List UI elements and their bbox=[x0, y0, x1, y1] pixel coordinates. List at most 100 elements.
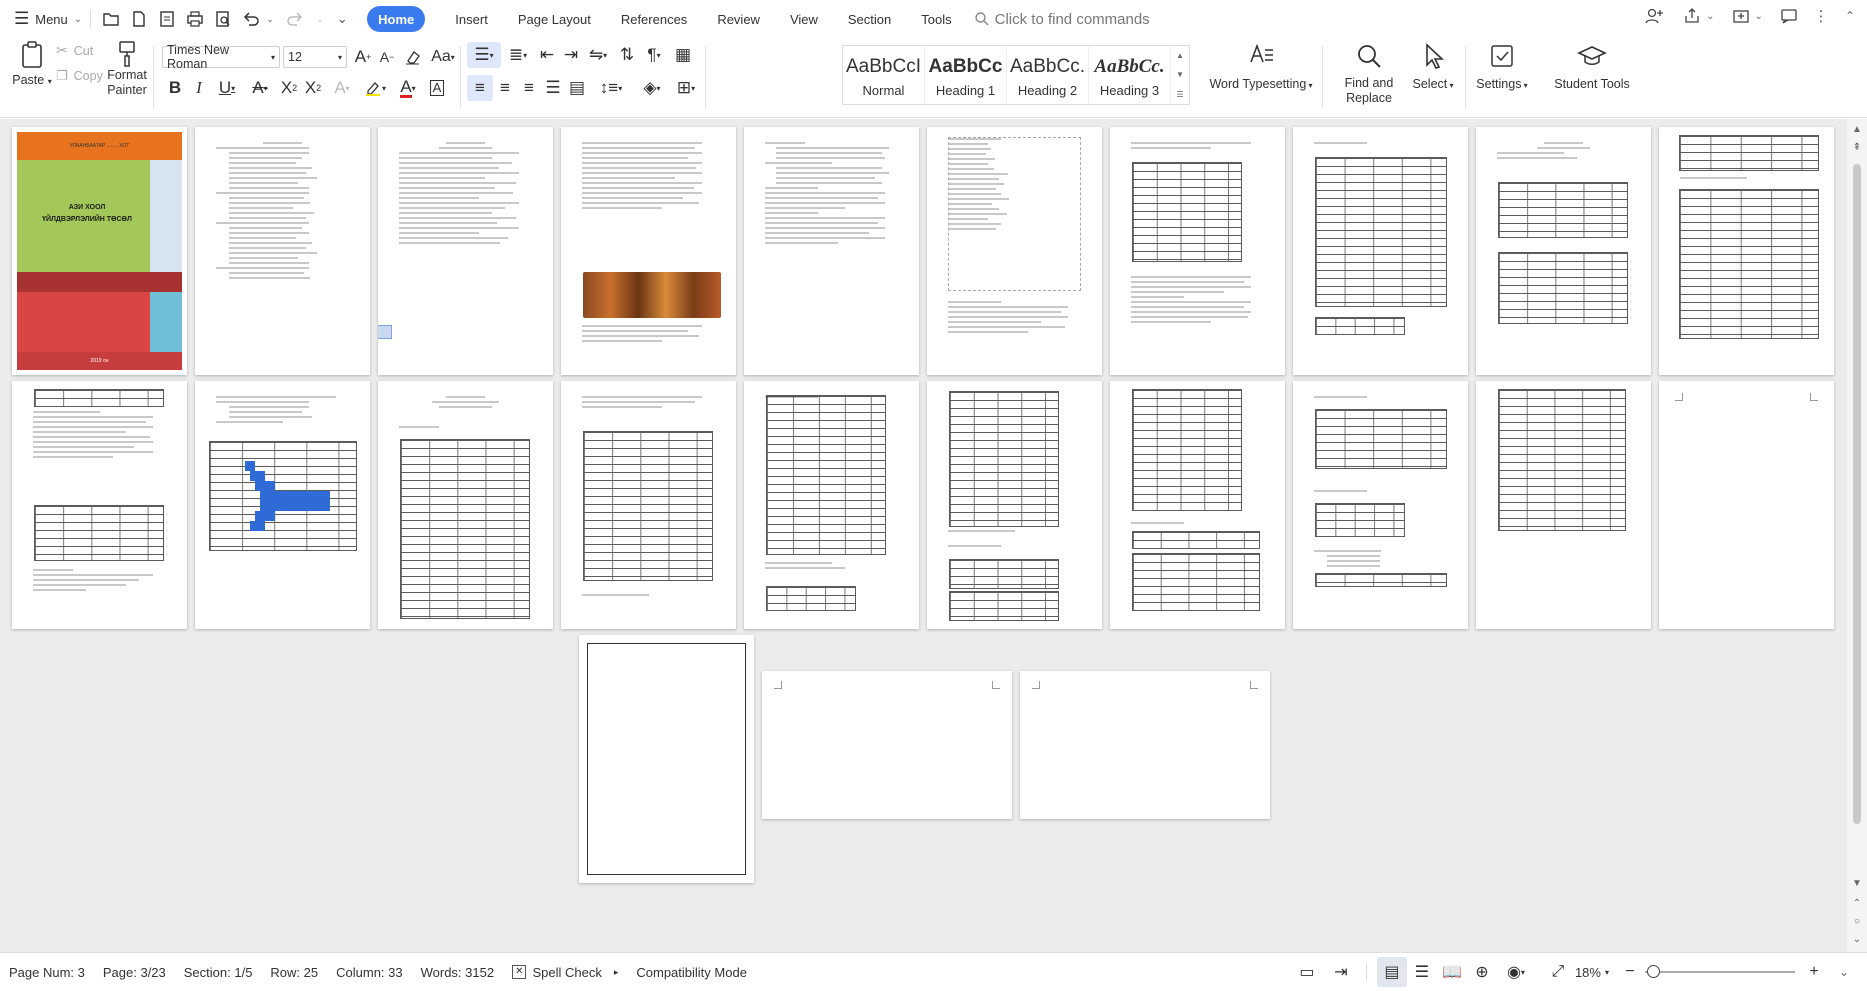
increase-indent-icon[interactable]: ⇥ bbox=[558, 42, 584, 68]
select-browse-object-icon[interactable]: ○ bbox=[1850, 915, 1864, 929]
justify-icon[interactable]: ☰ bbox=[540, 75, 566, 101]
page-view-icon[interactable]: ▤ bbox=[1376, 957, 1407, 987]
tab-tools[interactable]: Tools bbox=[909, 6, 963, 32]
more-options-icon[interactable]: ⋮ bbox=[1809, 4, 1833, 28]
export-pdf-icon[interactable] bbox=[155, 7, 179, 31]
zoom-out-icon[interactable]: − bbox=[1615, 957, 1645, 987]
style-normal[interactable]: AaBbCcI Normal bbox=[843, 46, 925, 104]
select-button[interactable]: Select ▾ bbox=[1408, 42, 1458, 93]
statusbar-more-icon[interactable]: ⌄ bbox=[1829, 957, 1859, 987]
zoom-in-icon[interactable]: + bbox=[1799, 957, 1829, 987]
strikethrough-icon[interactable]: A ▾ bbox=[244, 75, 276, 101]
style-heading-3[interactable]: AaBbCc. Heading 3 bbox=[1089, 46, 1171, 104]
sort-icon[interactable]: ⇅ bbox=[614, 42, 640, 68]
page-2-contents[interactable] bbox=[195, 127, 370, 375]
grow-font-icon[interactable]: A + bbox=[350, 44, 376, 70]
tab-review[interactable]: Review bbox=[705, 6, 772, 32]
format-painter-button[interactable]: Format Painter bbox=[106, 40, 148, 98]
command-search[interactable]: Click to find commands bbox=[974, 11, 1150, 28]
settings-button[interactable]: Settings ▾ bbox=[1472, 42, 1532, 93]
show-marks-icon[interactable]: ¶ ▾ bbox=[638, 42, 670, 68]
eye-protection-icon[interactable]: ◉ ▾ bbox=[1497, 957, 1535, 987]
new-file-icon[interactable] bbox=[99, 7, 123, 31]
find-replace-button[interactable]: Find and Replace bbox=[1334, 42, 1404, 106]
tab-view[interactable]: View bbox=[778, 6, 830, 32]
export-dropdown-icon[interactable]: ⌄ bbox=[1755, 11, 1763, 22]
undo-dropdown-icon[interactable]: ⌄ bbox=[263, 4, 277, 34]
tab-page-layout[interactable]: Page Layout bbox=[506, 6, 603, 32]
shrink-font-icon[interactable]: A − bbox=[374, 44, 400, 70]
document-map-icon[interactable]: ▭ bbox=[1292, 957, 1322, 987]
scrollbar-thumb[interactable] bbox=[1853, 164, 1861, 824]
scroll-up-icon[interactable]: ▲ bbox=[1850, 123, 1864, 137]
bullets-icon[interactable]: ☰ ▾ bbox=[467, 42, 501, 68]
page-1-cover[interactable]: УЛААНБААТАР ........ ХОТ 2019 он АЗИ ХОО… bbox=[12, 127, 187, 375]
redo-icon[interactable] bbox=[283, 7, 307, 31]
superscript-icon[interactable]: X2 bbox=[276, 75, 302, 101]
tab-section[interactable]: Section bbox=[836, 6, 903, 32]
page-21[interactable] bbox=[579, 635, 754, 883]
shading-icon[interactable]: ◈ ▾ bbox=[636, 75, 668, 101]
page-9[interactable] bbox=[1476, 127, 1651, 375]
share-icon[interactable] bbox=[1680, 4, 1704, 28]
page-8[interactable] bbox=[1293, 127, 1468, 375]
tab-references[interactable]: References bbox=[609, 6, 699, 32]
tab-home[interactable]: Home bbox=[367, 6, 426, 32]
prev-object-icon[interactable]: ⌃ bbox=[1850, 897, 1864, 911]
student-tools-button[interactable]: Student Tools bbox=[1548, 42, 1636, 92]
redo-dropdown-icon[interactable]: ⌄ bbox=[313, 4, 327, 34]
customize-toolbar-icon[interactable]: ⌄ bbox=[331, 4, 353, 34]
clear-formatting-icon[interactable] bbox=[400, 44, 426, 70]
character-border-icon[interactable]: A bbox=[424, 75, 450, 101]
outline-view-icon[interactable]: ☰ bbox=[1407, 957, 1437, 987]
web-layout-icon[interactable]: ⊕ bbox=[1467, 957, 1497, 987]
page-15[interactable] bbox=[744, 381, 919, 629]
page-18[interactable] bbox=[1293, 381, 1468, 629]
page-13[interactable] bbox=[378, 381, 553, 629]
section-status[interactable]: Section: 1/5 bbox=[175, 965, 262, 980]
numbering-icon[interactable]: ≣ ▾ bbox=[502, 42, 534, 68]
previous-page-icon[interactable]: ⇞ bbox=[1850, 141, 1864, 155]
paste-button[interactable]: Paste ▾ bbox=[10, 40, 54, 89]
page-num-status[interactable]: Page Num: 3 bbox=[0, 965, 94, 980]
styles-scroll[interactable]: ▲ ▼ ☰ bbox=[1171, 46, 1189, 104]
protect-document-icon[interactable]: ⇥ bbox=[1326, 957, 1356, 987]
font-size-select[interactable]: 12 ▾ bbox=[283, 46, 347, 68]
page-19[interactable] bbox=[1476, 381, 1651, 629]
bold-icon[interactable]: B bbox=[162, 75, 188, 101]
highlight-icon[interactable]: ▾ bbox=[358, 75, 392, 101]
align-left-icon[interactable]: ≡ bbox=[467, 75, 493, 101]
vertical-scrollbar[interactable]: ▲ ⇞ ▼ ⌃ ○ ⌄ bbox=[1847, 119, 1867, 952]
page-6[interactable] bbox=[927, 127, 1102, 375]
page-17[interactable] bbox=[1110, 381, 1285, 629]
word-count-status[interactable]: Words: 3152 bbox=[412, 965, 503, 980]
change-case-icon[interactable]: Aa ▾ bbox=[426, 44, 460, 70]
zoom-slider-thumb[interactable] bbox=[1647, 965, 1660, 978]
share-dropdown-icon[interactable]: ⌄ bbox=[1706, 11, 1714, 22]
zoom-slider[interactable] bbox=[1645, 964, 1795, 980]
page-10[interactable] bbox=[1659, 127, 1834, 375]
word-typesetting-button[interactable]: Word Typesetting ▾ bbox=[1206, 42, 1316, 93]
row-status[interactable]: Row: 25 bbox=[261, 965, 327, 980]
borders-icon[interactable]: ⊞ ▾ bbox=[670, 75, 702, 101]
reading-view-icon[interactable]: 📖 bbox=[1437, 957, 1467, 987]
font-name-select[interactable]: Times New Roman ▾ bbox=[162, 43, 280, 71]
font-color-icon[interactable]: A ▾ bbox=[392, 75, 424, 101]
distributed-align-icon[interactable]: ▤ bbox=[564, 75, 590, 101]
collapse-ribbon-icon[interactable]: ⌃ bbox=[1845, 9, 1855, 23]
line-spacing-icon[interactable]: ↕≡ ▾ bbox=[594, 75, 628, 101]
print-icon[interactable] bbox=[183, 7, 207, 31]
page-5[interactable] bbox=[744, 127, 919, 375]
align-center-icon[interactable]: ≡ bbox=[492, 75, 518, 101]
page-14[interactable] bbox=[561, 381, 736, 629]
comment-icon[interactable] bbox=[1777, 4, 1801, 28]
underline-icon[interactable]: U ▾ bbox=[210, 75, 244, 101]
zoom-dropdown-icon[interactable]: ▾ bbox=[1605, 968, 1609, 977]
style-heading-1[interactable]: AaBbCc Heading 1 bbox=[925, 46, 1007, 104]
print-preview-icon[interactable] bbox=[211, 7, 235, 31]
page-16[interactable] bbox=[927, 381, 1102, 629]
cut-button[interactable]: ✂ Cut bbox=[56, 42, 93, 59]
copy-button[interactable]: ❐ Copy bbox=[56, 68, 103, 84]
table-grid-icon[interactable]: ▦ bbox=[670, 42, 696, 68]
column-status[interactable]: Column: 33 bbox=[327, 965, 411, 980]
